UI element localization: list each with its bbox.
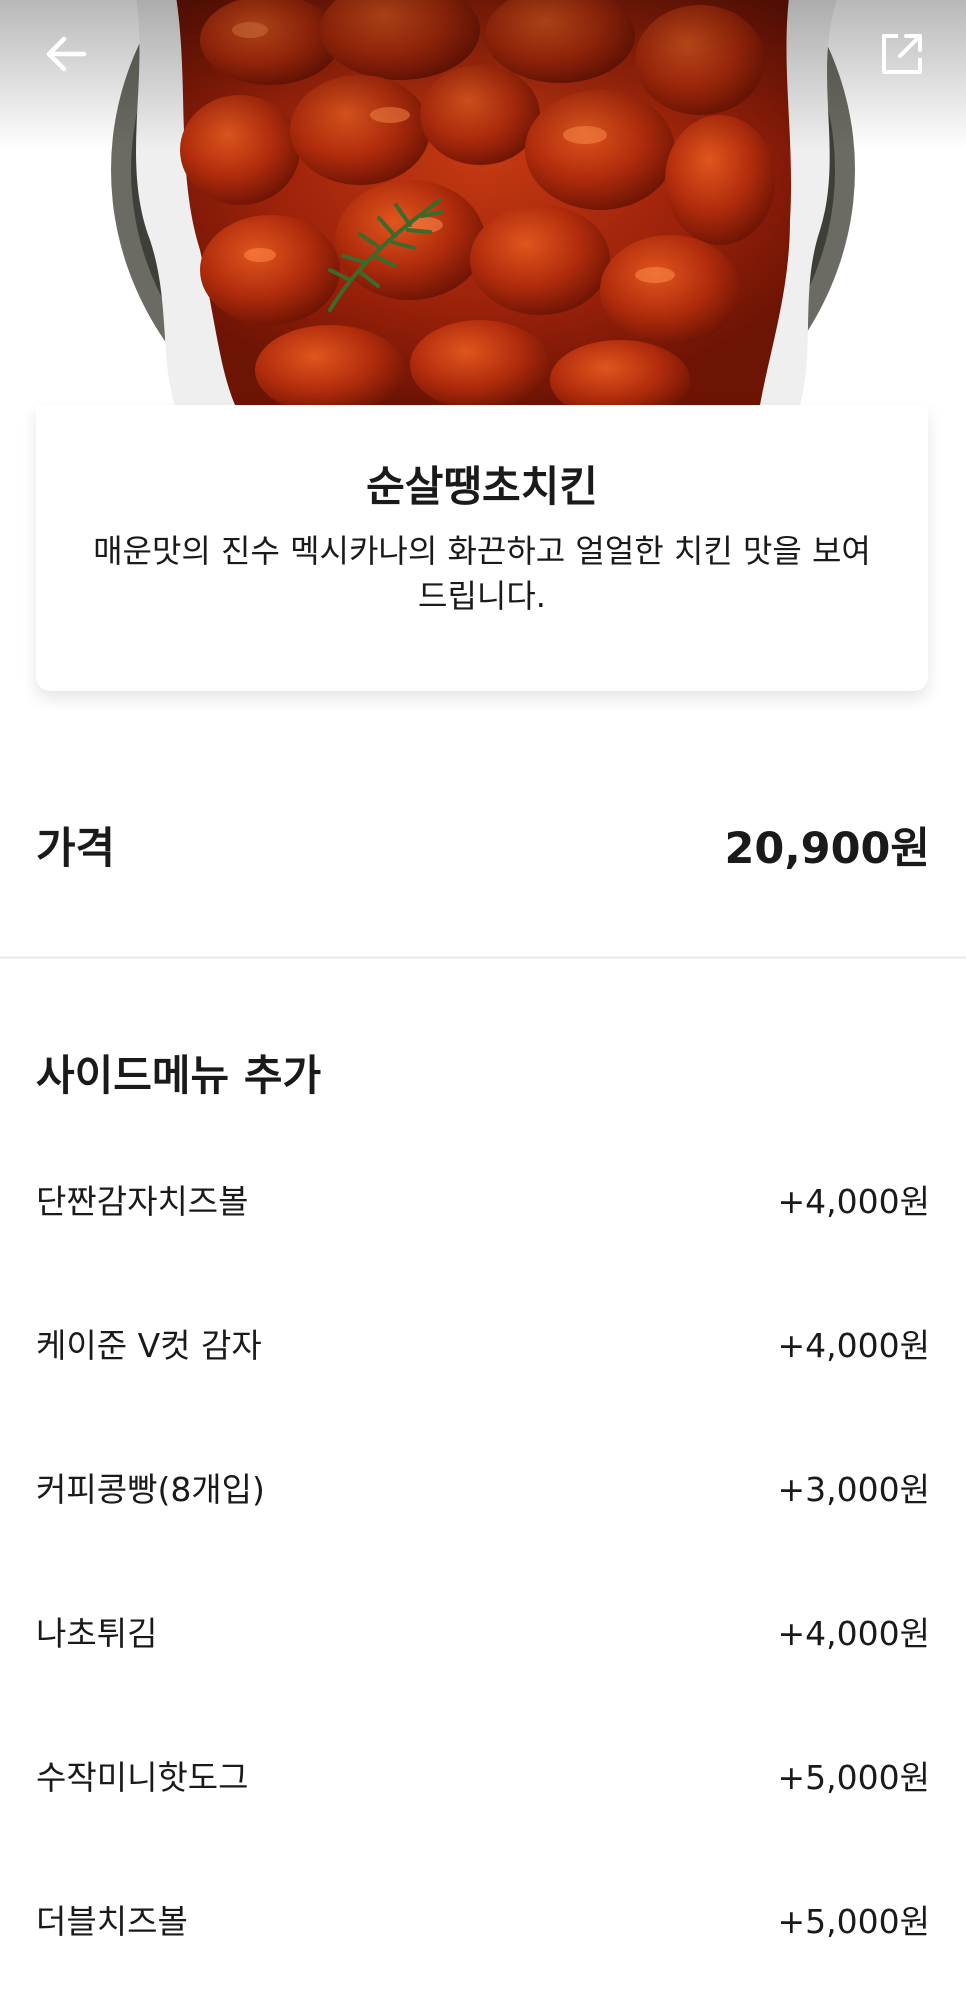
side-menu-item-price: +5,000원 [777, 1902, 930, 1941]
side-menu-title: 사이드메뉴 추가 [36, 1051, 322, 1100]
side-menu-item[interactable]: 더블치즈볼 +5,000원 [36, 1850, 930, 1994]
side-menu-item-name: 케이준 V컷 감자 [36, 1326, 262, 1365]
price-row: 가격 20,900원 [36, 815, 930, 875]
side-menu-item[interactable]: 케이준 V컷 감자 +4,000원 [36, 1274, 930, 1418]
side-menu-item[interactable]: 단짠감자치즈볼 +4,000원 [36, 1130, 930, 1274]
price-value: 20,900원 [724, 824, 931, 874]
fried-chicken-photo [111, 0, 855, 405]
side-menu-item[interactable]: 수작미니핫도그 +5,000원 [36, 1706, 930, 1850]
side-menu-item-price: +4,000원 [777, 1182, 930, 1221]
side-menu-item-name: 수작미니핫도그 [36, 1758, 249, 1797]
menu-title: 순살땡초치킨 [366, 462, 598, 511]
side-menu-item-name: 더블치즈볼 [36, 1902, 188, 1941]
side-menu-item-name: 커피콩빵(8개입) [36, 1470, 265, 1509]
back-button[interactable] [24, 12, 108, 96]
menu-info-card: 순살땡초치킨 매운맛의 진수 멕시카나의 화끈하고 얼얼한 치킨 맛을 보여드립… [36, 405, 928, 691]
section-divider [0, 956, 966, 959]
side-menu-list: 단짠감자치즈볼 +4,000원 케이준 V컷 감자 +4,000원 커피콩빵(8… [36, 1130, 930, 1994]
price-label: 가격 [36, 824, 116, 874]
share-button[interactable] [860, 12, 944, 96]
menu-hero-image [0, 0, 966, 405]
menu-description: 매운맛의 진수 멕시카나의 화끈하고 얼얼한 치킨 맛을 보여드립니다. [93, 532, 871, 615]
side-menu-item-name: 단짠감자치즈볼 [36, 1182, 249, 1221]
side-menu-item-price: +3,000원 [777, 1470, 930, 1509]
side-menu-item[interactable]: 커피콩빵(8개입) +3,000원 [36, 1418, 930, 1562]
side-menu-item-price: +4,000원 [777, 1326, 930, 1365]
share-external-icon [882, 34, 922, 74]
side-menu-item[interactable]: 나초튀김 +4,000원 [36, 1562, 930, 1706]
side-menu-item-price: +5,000원 [777, 1758, 930, 1797]
side-menu-item-price: +4,000원 [777, 1614, 930, 1653]
side-menu-item-name: 나초튀김 [36, 1614, 158, 1653]
arrow-left-icon [46, 36, 87, 72]
